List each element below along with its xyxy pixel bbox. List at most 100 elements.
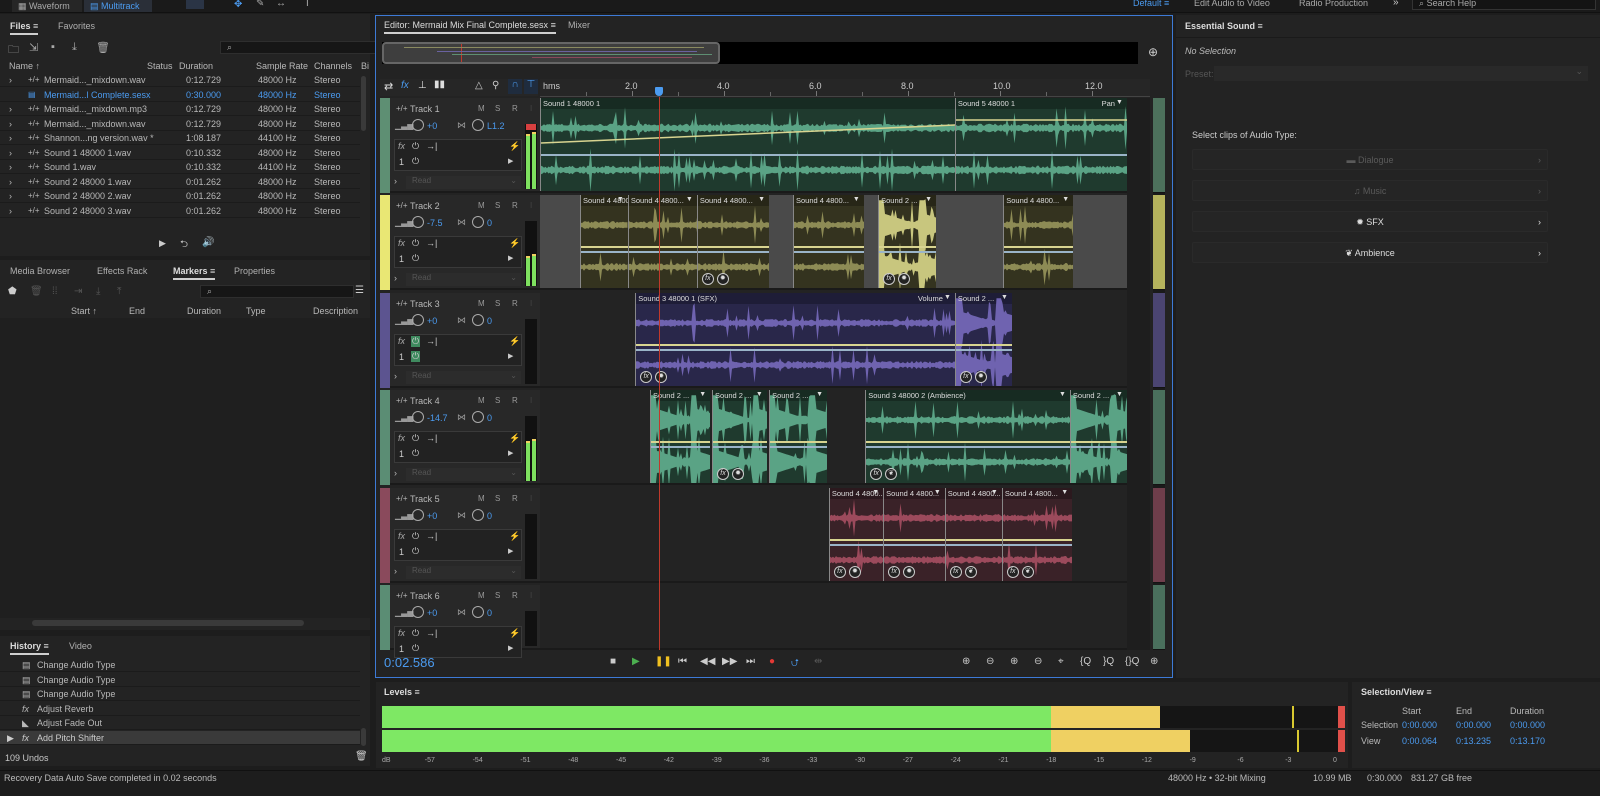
- zoom-out-full-icon[interactable]: ⌖: [1058, 656, 1064, 667]
- spectral-view-icon[interactable]: [186, 0, 204, 9]
- pan-value[interactable]: L1.2: [487, 121, 505, 131]
- move-tool-icon[interactable]: ✥: [234, 0, 242, 10]
- fx-power-button[interactable]: ⏻: [411, 336, 421, 347]
- insert-icon[interactable]: ⤓: [72, 41, 77, 54]
- clip-fx-badge[interactable]: fx: [833, 566, 846, 578]
- selection-start[interactable]: 0:00.000: [1402, 720, 1437, 730]
- slot-expand-icon[interactable]: ▶: [508, 352, 513, 360]
- zoom-selection-icon[interactable]: {}Q: [1125, 656, 1139, 667]
- play-button[interactable]: ▶: [632, 656, 640, 667]
- automation-mode-select[interactable]: Read ⌄: [406, 468, 521, 481]
- delete-icon[interactable]: 🗑: [96, 41, 110, 54]
- overview-bar[interactable]: [382, 42, 1138, 64]
- file-row[interactable]: › +/+ Shannon...ng version.wav * 1:08.187 44…: [0, 131, 360, 145]
- history-item[interactable]: ▶ fx Add Pitch Shifter: [0, 730, 360, 745]
- pan-knob[interactable]: [472, 216, 484, 228]
- add-marker-icon[interactable]: ⬟: [8, 286, 17, 297]
- tab-properties[interactable]: Properties: [234, 266, 275, 276]
- audio-clip[interactable]: Sound 4 4800...▼: [580, 195, 628, 288]
- mode-multitrack[interactable]: ▤ Multitrack: [84, 0, 152, 12]
- slot-power-button[interactable]: ⏻: [411, 351, 421, 362]
- zoom-in-point-icon[interactable]: {Q: [1080, 656, 1091, 667]
- expand-chevron-icon[interactable]: ›: [394, 371, 397, 381]
- col-bits[interactable]: Bi: [361, 61, 369, 71]
- clip-fx-badge[interactable]: fx: [717, 468, 730, 480]
- track-name[interactable]: Track 5: [410, 494, 440, 504]
- clip-menu-icon[interactable]: ▼: [816, 391, 823, 398]
- input-monitor-button[interactable]: I: [530, 396, 532, 405]
- pre-post-fader-icon[interactable]: →|: [426, 628, 437, 638]
- slot-expand-icon[interactable]: ▶: [508, 254, 513, 262]
- transport-play-icon[interactable]: ▶: [159, 238, 166, 249]
- record-button[interactable]: ●: [769, 656, 775, 667]
- track-lane[interactable]: [540, 585, 1127, 650]
- record-arm-button[interactable]: R: [512, 201, 518, 210]
- file-row[interactable]: ▤ Mermaid...l Complete.sesx 0:30.000 48000 …: [0, 88, 360, 102]
- fx-power-button[interactable]: ⏻: [411, 531, 420, 542]
- fx-icon[interactable]: fx: [398, 336, 405, 346]
- slot-expand-icon[interactable]: ▶: [508, 157, 513, 165]
- expand-chevron-icon[interactable]: ›: [9, 133, 12, 143]
- snap-icon[interactable]: ∩: [508, 79, 522, 94]
- rewind-button[interactable]: ◀◀: [700, 656, 715, 667]
- track-header[interactable]: +/+ Track 1 M S R I ▁▃▅ +0 ⋈ L1.2 fx ⏻ →| ⚡ 1 ⏻ ▶ › Read ⌄: [380, 98, 540, 193]
- import-file-icon[interactable]: ⇲: [29, 41, 38, 54]
- fx-power-button[interactable]: ⏻: [411, 238, 420, 249]
- swap-icon[interactable]: ⇄: [384, 80, 393, 93]
- pan-value[interactable]: 0: [487, 316, 492, 326]
- audio-clip[interactable]: Sound 4 4800...▼: [793, 195, 864, 288]
- file-row[interactable]: › +/+ Mermaid..._mixdown.wav 0:12.729 48000 …: [0, 73, 360, 87]
- clip-fx-badge[interactable]: fx: [1006, 566, 1019, 578]
- slot-power-button[interactable]: ⏻: [411, 546, 420, 557]
- track-header[interactable]: +/+ Track 5 M S R I ▁▃▅ +0 ⋈ 0 fx ⏻ →| ⚡ 1 ⏻ ▶ › Read ⌄: [380, 488, 540, 583]
- scroll-track-segment[interactable]: [1153, 488, 1165, 583]
- new-file-icon[interactable]: ▪: [51, 41, 55, 53]
- expand-chevron-icon[interactable]: ›: [9, 104, 12, 114]
- volume-value[interactable]: -14.7: [427, 413, 448, 423]
- clip-menu-icon[interactable]: ▼: [991, 489, 998, 496]
- lightning-icon[interactable]: ⚡: [509, 141, 520, 152]
- fx-icon[interactable]: fx: [398, 238, 405, 248]
- clip-menu-icon[interactable]: ▼: [756, 391, 763, 398]
- clip-menu-icon[interactable]: ▼: [617, 196, 624, 203]
- expand-chevron-icon[interactable]: ›: [9, 119, 12, 129]
- expand-chevron-icon[interactable]: ›: [394, 566, 397, 576]
- time-selection-icon[interactable]: I: [306, 0, 309, 9]
- record-arm-button[interactable]: R: [512, 104, 518, 113]
- expand-chevron-icon[interactable]: ›: [9, 206, 12, 216]
- sends-icon[interactable]: ⊥: [418, 80, 427, 91]
- scroll-track-segment[interactable]: [1153, 195, 1165, 290]
- col-channels[interactable]: Channels: [314, 61, 352, 71]
- zoom-out-point-icon[interactable]: }Q: [1103, 656, 1114, 667]
- col-status[interactable]: Status: [147, 61, 173, 71]
- slot-expand-icon[interactable]: ▶: [508, 547, 513, 555]
- input-monitor-button[interactable]: I: [530, 299, 532, 308]
- clip-menu-icon[interactable]: ▼: [1061, 489, 1068, 496]
- lightning-icon[interactable]: ⚡: [509, 336, 520, 347]
- expand-chevron-icon[interactable]: ›: [9, 191, 12, 201]
- clear-history-icon[interactable]: 🗑: [355, 751, 368, 762]
- audio-clip[interactable]: Sound 4 4800... ▼ fx ✹: [696, 195, 770, 288]
- col-type[interactable]: Type: [246, 306, 266, 316]
- pre-post-fader-icon[interactable]: →|: [426, 238, 437, 248]
- workspace-edit-audio-to-video[interactable]: Edit Audio to Video: [1194, 0, 1270, 8]
- audio-clip[interactable]: Sound 2 ... ▼ fx ✹: [712, 390, 767, 483]
- volume-knob[interactable]: [412, 411, 424, 423]
- track-color-strip[interactable]: [380, 293, 390, 388]
- mode-waveform[interactable]: ▦ Waveform: [12, 0, 82, 12]
- go-to-start-button[interactable]: ⏮: [678, 656, 687, 667]
- zoom-in-amplitude-icon[interactable]: ⊕: [962, 656, 970, 667]
- eq-icon[interactable]: ▮▮: [434, 79, 445, 90]
- track-color-strip[interactable]: [380, 585, 390, 650]
- file-row[interactable]: › +/+ Sound 2 48000 2.wav 0:01.262 48000 Hz S…: [0, 189, 360, 203]
- lightning-icon[interactable]: ⚡: [509, 433, 520, 444]
- sfx-badge-icon[interactable]: ✹: [716, 273, 729, 285]
- files-search-input[interactable]: ⌕: [220, 41, 376, 54]
- view-duration[interactable]: 0:13.170: [1510, 736, 1545, 746]
- sfx-badge-icon[interactable]: ✹: [974, 371, 987, 383]
- pan-knob[interactable]: [472, 509, 484, 521]
- files-scrollbar[interactable]: [361, 76, 366, 131]
- view-start[interactable]: 0:00.064: [1402, 736, 1437, 746]
- search-help-input[interactable]: ⌕ Search Help: [1412, 0, 1596, 10]
- input-monitor-button[interactable]: I: [530, 104, 532, 113]
